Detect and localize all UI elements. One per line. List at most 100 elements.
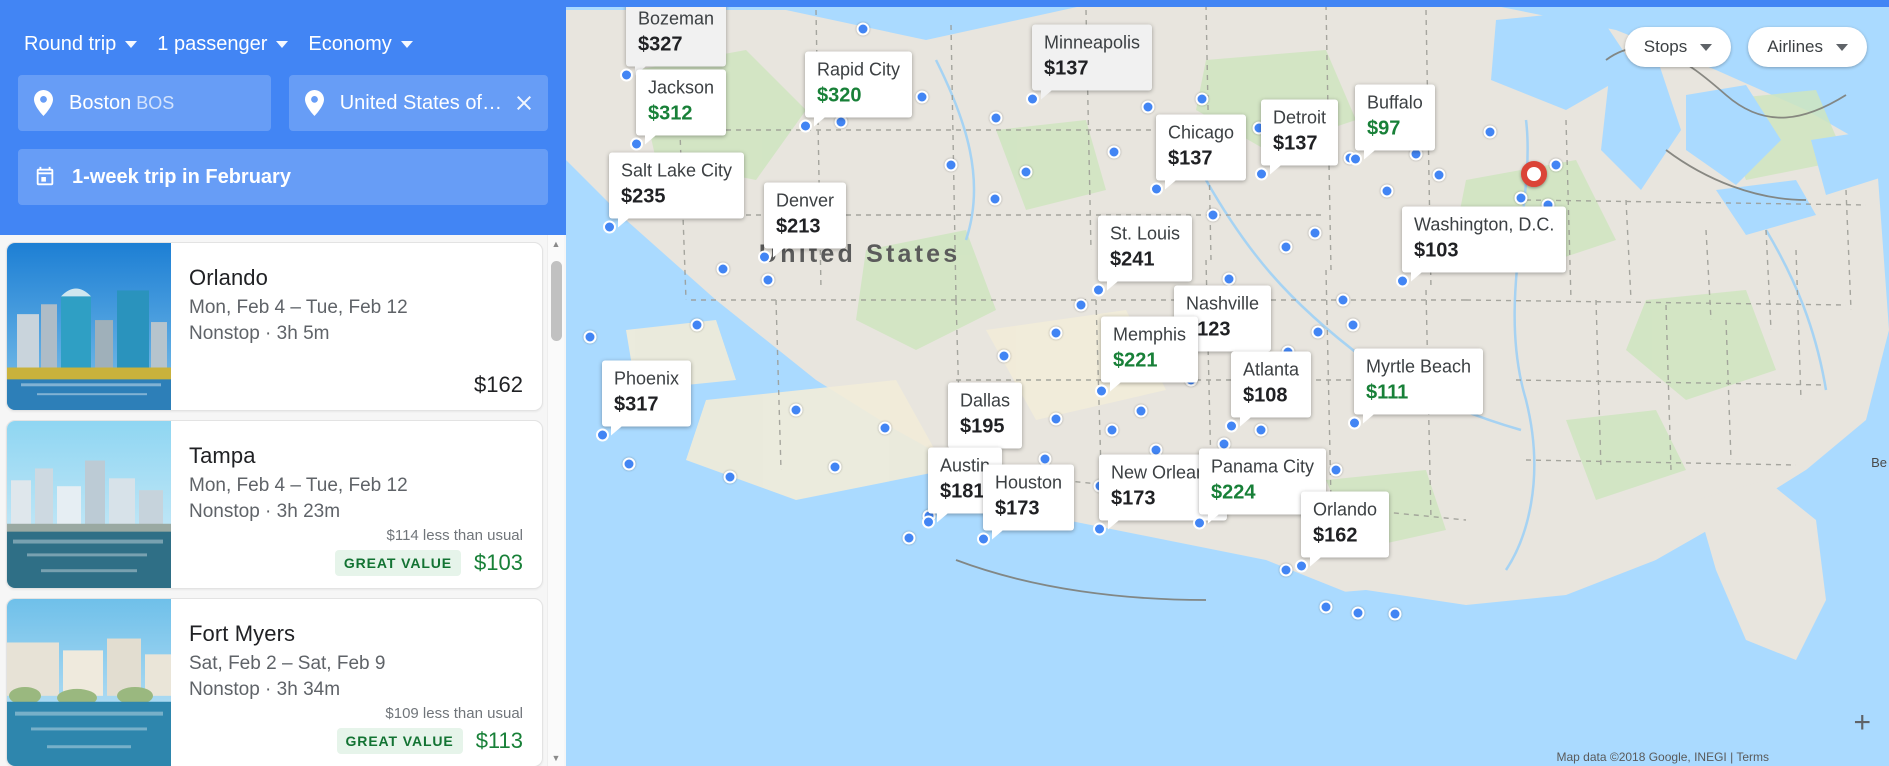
map-city-dot[interactable] [1349,152,1362,165]
map-city-dot[interactable] [856,22,870,36]
flight-result-card[interactable]: Orlando Mon, Feb 4 – Tue, Feb 12 Nonstop… [6,242,543,411]
map-city-dot[interactable] [1336,293,1350,307]
map-city-dot[interactable] [622,457,636,471]
map-city-dot[interactable] [1346,318,1360,332]
map-city-dot[interactable] [1225,419,1238,432]
flight-result-card[interactable]: Fort Myers Sat, Feb 2 – Sat, Feb 9 Nonst… [6,598,543,766]
airlines-filter-button[interactable]: Airlines [1748,27,1867,67]
map-city-dot[interactable] [1483,125,1497,139]
map-city-dot[interactable] [1255,167,1268,180]
trip-type-selector[interactable]: Round trip [18,28,151,61]
map-price-label[interactable]: Salt Lake City $235 [603,152,745,233]
map-city-dot[interactable] [902,531,916,545]
map-price-label[interactable]: Buffalo $97 [1349,84,1435,165]
map-city-dot[interactable] [1105,423,1119,437]
map-city-dot[interactable] [1319,600,1333,614]
close-icon[interactable] [512,91,536,115]
map-price-label[interactable]: Washington, D.C. $103 [1396,206,1567,287]
map-city-dot[interactable] [603,220,616,233]
map-price-label[interactable]: Bozeman $327 [620,0,727,81]
map-price-label[interactable]: Minneapolis $137 [1026,24,1153,105]
map-city-dot[interactable] [1193,516,1206,529]
map-city-dot[interactable] [1107,145,1121,159]
map-city-dot[interactable] [1295,559,1308,572]
map-city-dot[interactable] [1026,92,1039,105]
map-city-dot[interactable] [620,68,633,81]
map-city-dot[interactable] [1206,208,1220,222]
cabin-class-selector[interactable]: Economy [302,28,426,61]
map-city-dot[interactable] [799,119,812,132]
map-price-label[interactable]: Dallas $195 [942,382,1023,463]
map-city-dot[interactable] [828,460,842,474]
map-city-dot[interactable] [1150,182,1163,195]
map-city-dot[interactable] [944,158,958,172]
map-price-label[interactable]: Atlanta $108 [1225,351,1312,432]
zoom-in-button[interactable]: + [1853,708,1871,738]
map-city-dot[interactable] [1134,404,1148,418]
map-price-label[interactable]: Houston $173 [977,464,1075,545]
scroll-down-arrow-icon[interactable]: ▼ [548,749,564,766]
map-city-dot[interactable] [1514,191,1528,205]
map-city-dot[interactable] [878,421,892,435]
map-price-label[interactable]: Phoenix $317 [596,360,692,441]
map-city-dot[interactable] [1351,606,1365,620]
boston-origin-marker[interactable] [1521,161,1547,187]
map-city-dot[interactable] [761,273,775,287]
map-city-dot[interactable] [1432,168,1446,182]
map-city-dot[interactable] [1308,226,1322,240]
map-city-dot[interactable] [1311,325,1325,339]
map-city-dot[interactable] [1093,522,1106,535]
map-city-dot[interactable] [1074,298,1088,312]
map-city-dot[interactable] [1019,165,1033,179]
passengers-selector[interactable]: 1 passenger [151,28,302,61]
scrollbar-thumb[interactable] [551,261,562,341]
map-city-dot[interactable] [1049,326,1063,340]
map-city-dot[interactable] [915,90,929,104]
destination-input[interactable]: United States of… [288,75,548,131]
results-scrollbar[interactable]: ▲ ▼ [547,235,564,766]
map-price-label[interactable]: Denver $213 [758,182,847,263]
map-city-dot[interactable] [583,330,597,344]
map-city-dot[interactable] [977,532,990,545]
map-city-dot[interactable] [1141,100,1155,114]
map-city-dot[interactable] [758,250,771,263]
flight-result-card[interactable]: Tampa Mon, Feb 4 – Tue, Feb 12 Nonstop ·… [6,420,543,589]
map-city-dot[interactable] [1095,384,1108,397]
map-city-dot[interactable] [834,115,848,129]
map-city-dot[interactable] [1195,92,1209,106]
map-price-label[interactable]: Orlando $162 [1295,491,1390,572]
map-city-dot[interactable] [1329,463,1343,477]
stops-filter-button[interactable]: Stops [1624,27,1732,67]
map-price-label[interactable]: Detroit $137 [1255,99,1339,180]
destinations-map[interactable]: Stops Airlines United States Bozeman $32… [566,0,1889,766]
map-price-label[interactable]: Memphis $221 [1095,316,1199,397]
map-city-dot[interactable] [1049,412,1063,426]
map-city-dot[interactable] [922,515,935,528]
map-price-label[interactable]: Jackson $312 [630,69,727,150]
map-city-dot[interactable] [1396,274,1409,287]
scroll-up-arrow-icon[interactable]: ▲ [548,235,564,252]
map-city-dot[interactable] [1549,158,1563,172]
map-city-dot[interactable] [989,111,1003,125]
map-city-dot[interactable] [1254,423,1268,437]
map-city-dot[interactable] [997,349,1011,363]
map-city-dot[interactable] [1388,607,1402,621]
map-city-dot[interactable] [1222,272,1236,286]
map-city-dot[interactable] [723,470,737,484]
map-city-dot[interactable] [1279,240,1293,254]
map-price-label[interactable]: Rapid City $320 [799,51,913,132]
map-price-label[interactable]: Myrtle Beach $111 [1348,348,1484,429]
map-city-dot[interactable] [988,192,1002,206]
map-city-dot[interactable] [716,262,730,276]
origin-input[interactable]: Boston BOS [18,75,271,131]
map-city-dot[interactable] [690,318,704,332]
map-city-dot[interactable] [596,428,609,441]
map-city-dot[interactable] [1380,184,1394,198]
date-range-input[interactable]: 1-week trip in February [18,149,548,205]
map-city-dot[interactable] [1279,563,1293,577]
map-price-label[interactable]: St. Louis $241 [1092,215,1193,296]
map-city-dot[interactable] [1348,416,1361,429]
map-city-dot[interactable] [789,403,803,417]
map-price-label[interactable]: Chicago $137 [1150,114,1247,195]
map-city-dot[interactable] [630,137,643,150]
